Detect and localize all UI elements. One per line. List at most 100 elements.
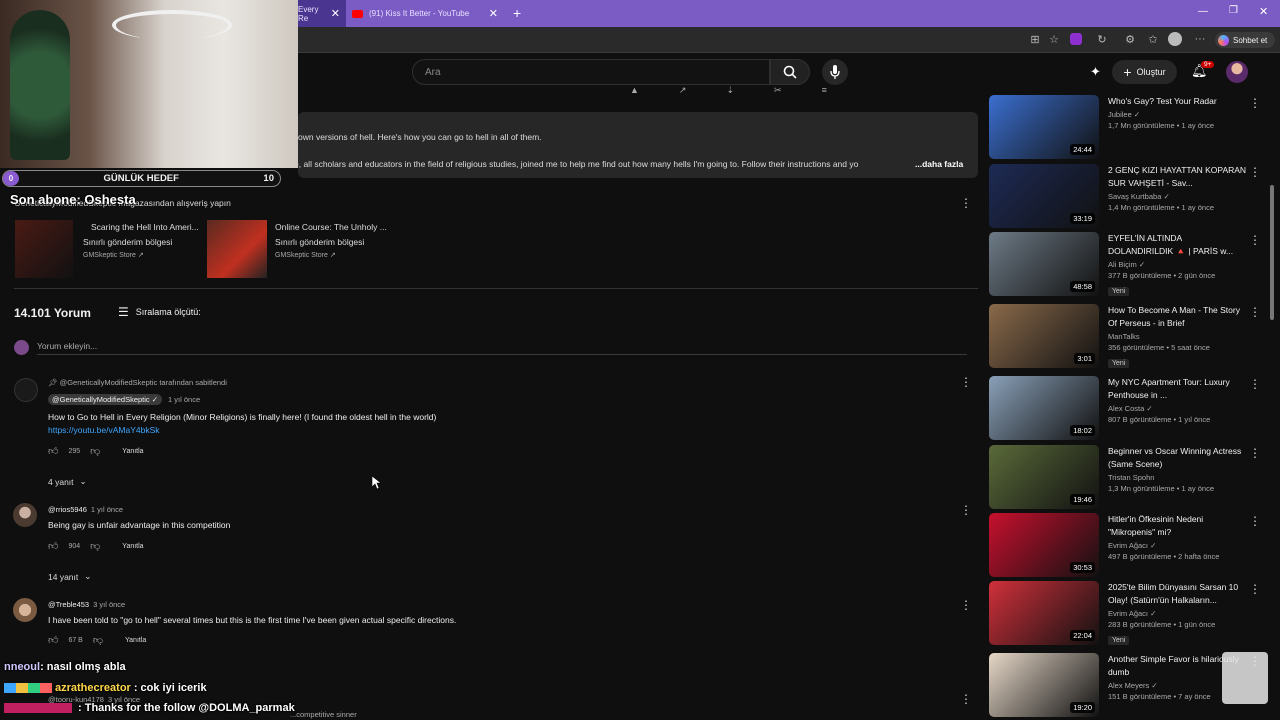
recommended-video[interactable]: 24:44 Who's Gay? Test Your Radar Jubilee ✓… [989,95,1259,159]
comment-avatar[interactable] [13,598,37,622]
split-screen-icon[interactable]: ⊞ [1027,31,1043,47]
scrollbar-thumb[interactable] [1270,185,1274,320]
comment-more-icon[interactable]: ⋮ [960,692,972,706]
video-more-icon[interactable]: ⋮ [1249,582,1261,596]
restore-icon[interactable]: ❐ [1229,5,1238,16]
recommended-video[interactable]: 19:46 Beginner vs Oscar Winning Actress (… [989,445,1259,509]
comment-avatar[interactable] [14,378,38,402]
like-icon[interactable]: ▲ [630,85,639,95]
create-button[interactable]: + Oluştur [1112,60,1177,84]
reply-button[interactable]: Yanıtla [122,448,143,455]
video-thumbnail[interactable]: 33:19 [989,164,1099,228]
comment-author-badge[interactable]: @GeneticallyModifiedSkeptic ✓ [48,394,163,405]
search-button[interactable] [770,59,810,85]
comment-time[interactable]: 3 yıl önce [93,600,125,609]
video-more-icon[interactable]: ⋮ [1249,96,1261,110]
reply-button[interactable]: Yanıtla [125,637,146,644]
video-thumbnail[interactable]: 30:53 [989,513,1099,577]
favorites-icon[interactable]: ✩ [1145,31,1161,47]
tab-current[interactable]: Every Re ✕ [298,0,346,27]
comment-time[interactable]: 1 yıl önce [168,395,200,404]
like-icon[interactable]: 👍︎ [48,540,58,552]
video-more-icon[interactable]: ⋮ [1249,446,1261,460]
comment-more-icon[interactable]: ⋮ [960,503,972,517]
video-title[interactable]: EYFEL'İN ALTINDA DOLANDIRILDIK 🔺 | PARİS… [1108,232,1248,258]
channel-name[interactable]: ManTalks [1108,332,1248,341]
more-menu-icon[interactable]: ··· [1192,31,1208,47]
like-icon[interactable]: 👍︎ [48,634,58,646]
sort-button[interactable]: ☰ Sıralama ölçütü: [118,305,201,319]
video-thumbnail[interactable]: 24:44 [989,95,1099,159]
video-title[interactable]: Beginner vs Oscar Winning Actress (Same … [1108,445,1248,471]
dislike-icon[interactable]: 👎︎ [90,445,100,457]
comment-time[interactable]: 1 yıl önce [91,505,123,514]
extension-icon[interactable] [1070,33,1082,45]
comment-avatar[interactable] [13,503,37,527]
channel-name[interactable]: Ali Biçim ✓ [1108,260,1248,269]
tools-icon[interactable]: ⚙ [1122,31,1138,47]
channel-name[interactable]: Alex Costa ✓ [1108,404,1248,413]
video-description[interactable]: own versions of hell. Here's how you can… [294,112,978,178]
view-replies-button[interactable]: 4 yanıt ⌄ [48,476,87,487]
video-thumbnail[interactable]: 19:46 [989,445,1099,509]
minimize-icon[interactable]: — [1198,6,1208,17]
comment-more-icon[interactable]: ⋮ [960,375,972,389]
video-title[interactable]: 2025'te Bilim Dünyasını Sarsan 10 Olay! … [1108,581,1248,607]
recommended-video[interactable]: 48:58 EYFEL'İN ALTINDA DOLANDIRILDIK 🔺 | … [989,232,1259,296]
video-title[interactable]: My NYC Apartment Tour: Luxury Penthouse … [1108,376,1248,402]
recommended-video[interactable]: 22:04 2025'te Bilim Dünyasını Sarsan 10 O… [989,581,1259,645]
add-comment-input[interactable]: Yorum ekleyin... [37,341,967,355]
close-icon[interactable]: ✕ [331,7,346,20]
comment-author[interactable]: @rrios5946 [48,505,87,514]
favorite-star-icon[interactable]: ☆ [1046,31,1062,47]
clip-icon[interactable]: ✂ [774,85,782,95]
video-thumbnail[interactable]: 19:20 [989,653,1099,717]
profile-avatar[interactable] [1168,32,1182,46]
close-icon[interactable]: ✕ [489,7,504,20]
channel-name[interactable]: Tristan Spohn [1108,473,1248,482]
channel-name[interactable]: Jubilee ✓ [1108,110,1248,119]
like-icon[interactable]: 👍︎ [48,445,58,457]
new-tab-icon[interactable]: + [513,5,521,21]
recommended-video[interactable]: 30:53 Hitler'in Öfkesinin Nedeni "Mikrope… [989,513,1259,577]
video-title[interactable]: How To Become A Man - The Story Of Perse… [1108,304,1248,330]
video-thumbnail[interactable]: 48:58 [989,232,1099,296]
channel-name[interactable]: Evrim Ağacı ✓ [1108,609,1248,618]
video-more-icon[interactable]: ⋮ [1249,305,1261,319]
reply-button[interactable]: Yanıtla [122,543,143,550]
dislike-icon[interactable]: 👎︎ [90,540,100,552]
video-more-icon[interactable]: ⋮ [1249,514,1261,528]
voice-search-button[interactable] [822,59,848,85]
recommended-video[interactable]: 3:01 How To Become A Man - The Story Of P… [989,304,1259,368]
tab-youtube[interactable]: (91) Kiss It Better - YouTube ✕ [348,0,504,27]
store-product[interactable]: Online Course: The Unholy ... Sınırlı gö… [207,220,387,280]
refresh-extension-icon[interactable]: ↻ [1094,31,1110,47]
recommended-video[interactable]: 33:19 2 GENÇ KIZI HAYATTAN KOPARAN SUR VA… [989,164,1259,228]
premium-icon[interactable]: ✦ [1090,64,1101,80]
video-thumbnail[interactable]: 3:01 [989,304,1099,368]
search-input[interactable]: Ara [412,59,770,85]
share-icon[interactable]: ↗ [679,85,687,95]
video-more-icon[interactable]: ⋮ [1249,165,1261,179]
download-icon[interactable]: ⇣ [726,85,734,95]
dislike-icon[interactable]: 👎︎ [93,634,103,646]
video-more-icon[interactable]: ⋮ [1249,233,1261,247]
video-thumbnail[interactable]: 22:04 [989,581,1099,645]
recommended-video[interactable]: 19:20 Another Simple Favor is hilariously… [989,653,1259,717]
video-title[interactable]: Hitler'in Öfkesinin Nedeni "Mikropenis" … [1108,513,1248,539]
save-icon[interactable]: ≡ [822,85,827,95]
store-more-icon[interactable]: ⋮ [960,196,972,210]
comment-author[interactable]: @Treble453 [48,600,89,609]
show-more-link[interactable]: ...daha fazla [915,159,963,169]
video-title[interactable]: Who's Gay? Test Your Radar [1108,95,1248,108]
comment-more-icon[interactable]: ⋮ [960,598,972,612]
account-avatar[interactable] [1226,61,1248,83]
video-thumbnail[interactable]: 18:02 [989,376,1099,440]
view-replies-button[interactable]: 14 yanıt ⌄ [48,571,91,582]
channel-name[interactable]: Savaş Kurtbaba ✓ [1108,192,1248,201]
store-product[interactable]: Scaring the Hell Into Ameri... Sınırlı g… [15,220,199,280]
comment-link[interactable]: https://youtu.be/vAMaY4bkSk [48,425,160,435]
video-more-icon[interactable]: ⋮ [1249,377,1261,391]
video-title[interactable]: 2 GENÇ KIZI HAYATTAN KOPARAN SUR VAHŞETİ… [1108,164,1248,190]
window-close-icon[interactable]: ✕ [1259,5,1268,18]
